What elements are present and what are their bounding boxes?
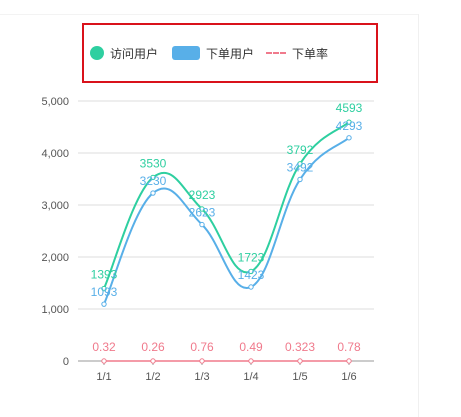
data-label-orders: 1423 <box>238 268 265 282</box>
data-point <box>150 190 156 196</box>
chart-container: 访问用户 下单用户 下单率 0 1,000 2,000 3,000 4,000 5,000… <box>0 0 461 417</box>
x-tick-label: 1/5 <box>292 371 307 383</box>
data-point <box>199 221 205 228</box>
y-tick-label: 0 <box>63 356 69 368</box>
data-label-order-rate: 0.32 <box>92 340 116 354</box>
data-point <box>248 358 254 364</box>
data-label-order-rate: 0.49 <box>239 340 263 354</box>
data-label-orders: 1093 <box>91 285 118 299</box>
x-tick-label: 1/4 <box>243 371 258 383</box>
data-point <box>101 358 107 364</box>
y-tick-label: 3,000 <box>41 200 69 212</box>
data-label-order-rate: 0.76 <box>190 340 214 354</box>
data-point <box>248 284 254 290</box>
data-label-orders: 4293 <box>336 119 363 133</box>
data-label-orders: 3230 <box>140 174 167 188</box>
data-point <box>297 358 303 364</box>
data-label-visitors: 1723 <box>238 250 265 264</box>
data-point <box>346 135 352 141</box>
data-point <box>346 358 352 364</box>
data-label-visitors: 1393 <box>91 268 118 282</box>
data-point <box>150 358 156 364</box>
data-label-visitors: 2923 <box>189 188 216 202</box>
y-tick-label: 5,000 <box>41 96 69 108</box>
x-tick-label: 1/1 <box>96 371 111 383</box>
data-label-order-rate: 0.323 <box>285 340 315 354</box>
data-label-visitors: 4593 <box>336 101 363 115</box>
x-tick-label: 1/2 <box>145 371 160 383</box>
line-chart: 0 1,000 2,000 3,000 4,000 5,000 1/1 1/2 1/3 1/4 1/… <box>41 96 374 383</box>
data-label-visitors: 3530 <box>140 156 167 170</box>
grid-layer <box>78 100 374 362</box>
data-point <box>199 358 205 364</box>
data-label-orders: 3492 <box>287 160 314 174</box>
data-label-order-rate: 0.26 <box>141 340 165 354</box>
y-tick-label: 4,000 <box>41 148 69 160</box>
y-tick-label: 2,000 <box>41 252 69 264</box>
data-label-visitors: 3792 <box>287 143 314 157</box>
y-tick-label: 1,000 <box>41 304 69 316</box>
data-point <box>297 176 303 183</box>
data-point <box>101 301 107 307</box>
data-label-order-rate: 0.78 <box>337 340 361 354</box>
data-label-orders: 2623 <box>189 206 216 220</box>
x-tick-label: 1/6 <box>341 371 356 383</box>
x-tick-label: 1/3 <box>194 371 209 383</box>
